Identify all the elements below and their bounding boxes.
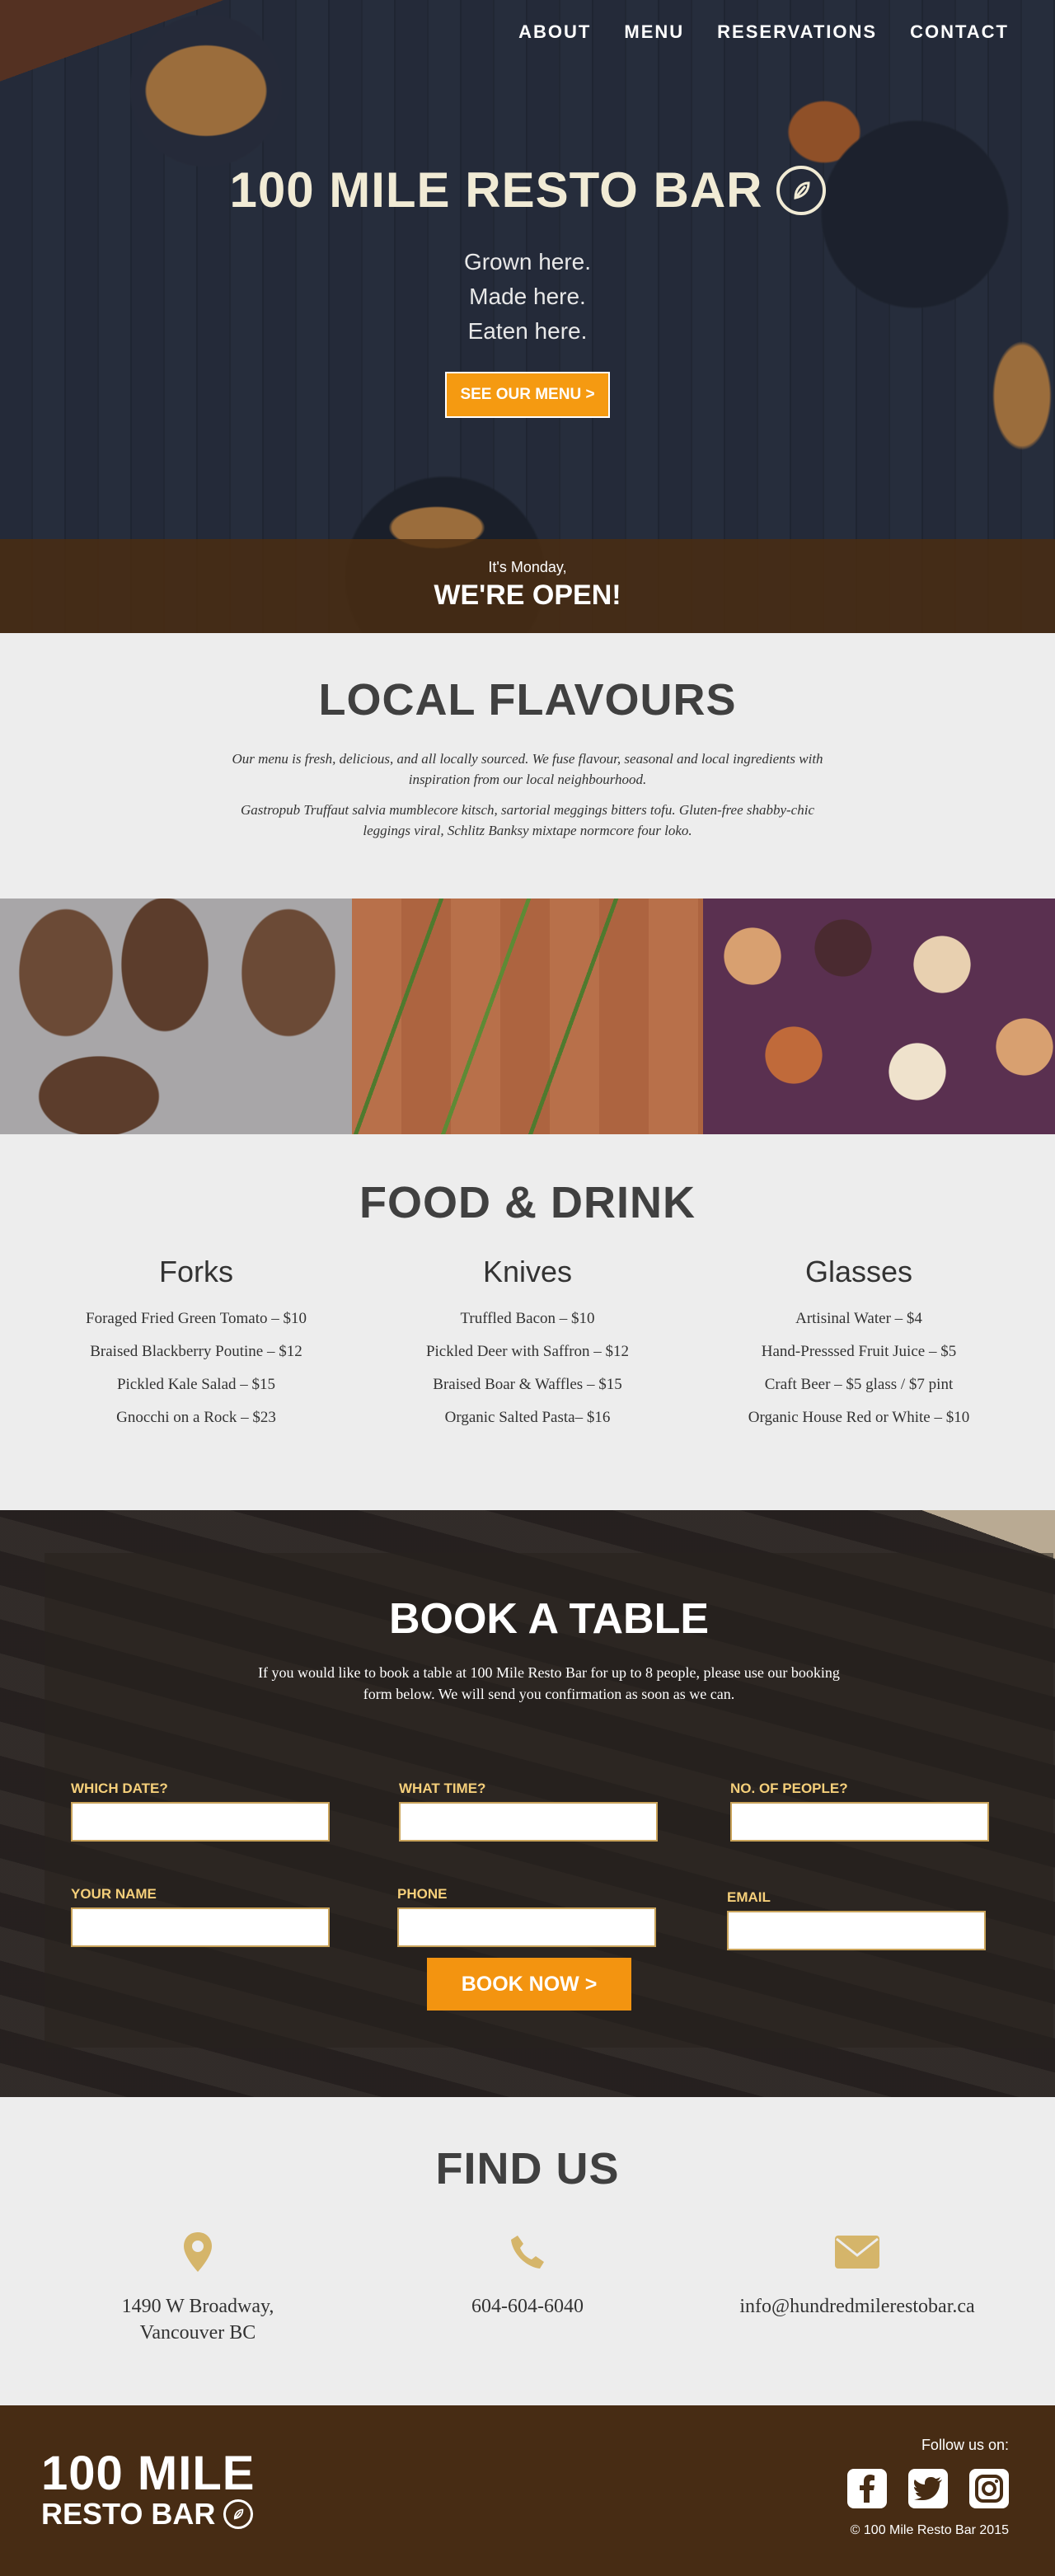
address-text: 1490 W Broadway, Vancouver BC (49, 2293, 346, 2346)
date-field-group: WHICH DATE? (71, 1781, 330, 1842)
nav-about[interactable]: ABOUT (518, 21, 591, 43)
phone-field-group: PHONE (397, 1886, 656, 1947)
muffins-photo (703, 899, 1055, 1134)
tagline-line: Eaten here. (467, 318, 588, 344)
footer-logo-line1: 100 MILE (41, 2447, 256, 2500)
menu-item: Organic Salted Pasta– $16 (444, 1409, 611, 1426)
people-input[interactable] (730, 1802, 989, 1842)
find-email: info@hundredmilerestobar.ca (709, 2231, 1006, 2346)
envelope-icon (709, 2231, 1006, 2273)
address-line: Vancouver BC (139, 2322, 256, 2344)
name-field-group: YOUR NAME (71, 1886, 330, 1947)
menu-column-heading: Forks (159, 1255, 233, 1288)
herbs-photo (351, 899, 704, 1134)
open-status-text: WE'RE OPEN! (434, 579, 621, 611)
email-label: EMAIL (727, 1889, 771, 1905)
instagram-icon[interactable] (969, 2469, 1009, 2508)
hero-title: 100 MILE RESTO BAR (229, 162, 826, 218)
menu-item: Craft Beer – $5 glass / $7 pint (764, 1376, 954, 1393)
open-status-bar: It's Monday, WE'RE OPEN! (0, 539, 1055, 633)
name-input[interactable] (71, 1907, 330, 1947)
photo-strip (0, 899, 1055, 1134)
email-text[interactable]: info@hundredmilerestobar.ca (709, 2293, 1006, 2320)
open-status-day: It's Monday, (488, 559, 567, 575)
find-address: 1490 W Broadway, Vancouver BC (49, 2231, 346, 2346)
menu-column-heading: Knives (482, 1255, 573, 1288)
nav-reservations[interactable]: RESERVATIONS (717, 21, 877, 43)
menu-column-forks: Forks Foraged Fried Green Tomato – $10 B… (31, 1255, 361, 1441)
menu-column-heading: Glasses (804, 1255, 913, 1288)
hero-tagline: Grown here. Made here. Eaten here. (0, 245, 1055, 349)
local-flavours-section: LOCAL FLAVOURS Our menu is fresh, delici… (0, 633, 1055, 899)
phone-label: PHONE (397, 1886, 448, 1902)
menu-item: Hand-Presssed Fruit Juice – $5 (761, 1343, 957, 1360)
nav-menu[interactable]: MENU (624, 21, 684, 43)
hero-brand: 100 MILE RESTO BAR Grown here. Made here… (0, 162, 1055, 418)
footer-social: Follow us on: © 100 Mile Resto Bar 2015 (847, 2437, 1009, 2538)
phone-text[interactable]: 604-604-6040 (379, 2293, 676, 2320)
menu-item: Pickled Deer with Saffron – $12 (425, 1343, 630, 1360)
food-drink-title: FOOD & DRINK (359, 1178, 696, 1227)
twitter-icon[interactable] (908, 2469, 948, 2508)
name-label: YOUR NAME (71, 1886, 157, 1902)
book-table-section: BOOK A TABLE If you would like to book a… (0, 1510, 1055, 2097)
menu-item: Foraged Fried Green Tomato – $10 (86, 1310, 307, 1327)
date-label: WHICH DATE? (71, 1781, 168, 1796)
find-us-columns: 1490 W Broadway, Vancouver BC 604-604-60… (0, 2231, 1055, 2346)
phone-icon (379, 2231, 676, 2273)
nav-contact[interactable]: CONTACT (910, 21, 1009, 43)
local-flavours-intro: Our menu is fresh, delicious, and all lo… (232, 751, 823, 787)
map-pin-icon (49, 2231, 346, 2273)
menu-item: Artisinal Water – $4 (795, 1310, 922, 1327)
see-menu-button[interactable]: SEE OUR MENU > (445, 372, 610, 418)
food-drink-section: FOOD & DRINK Forks Foraged Fried Green T… (0, 1134, 1055, 1510)
email-field-group: EMAIL (727, 1889, 986, 1950)
footer-logo[interactable]: 100 MILE RESTO BAR (41, 2450, 255, 2529)
tagline-line: Made here. (469, 284, 586, 309)
local-flavours-title: LOCAL FLAVOURS (318, 675, 737, 725)
people-field-group: NO. OF PEOPLE? (730, 1781, 989, 1842)
main-nav: ABOUT MENU RESERVATIONS CONTACT (518, 21, 1009, 43)
people-label: NO. OF PEOPLE? (730, 1781, 848, 1796)
menu-columns: Forks Foraged Fried Green Tomato – $10 B… (0, 1255, 1055, 1441)
site-footer: 100 MILE RESTO BAR Follow us on: © 100 M… (0, 2405, 1055, 2576)
book-table-title: BOOK A TABLE (388, 1595, 710, 1643)
follow-label: Follow us on: (921, 2437, 1009, 2453)
menu-column-knives: Knives Truffled Bacon – $10 Pickled Deer… (363, 1255, 692, 1441)
email-input[interactable] (727, 1911, 986, 1950)
footer-logo-line2-row: RESTO BAR (41, 2499, 255, 2529)
menu-item: Truffled Bacon – $10 (460, 1310, 595, 1327)
bread-photo (0, 899, 352, 1134)
social-links (847, 2469, 1009, 2508)
menu-item: Gnocchi on a Rock – $23 (116, 1409, 276, 1426)
footer-logo-line2: RESTO BAR (41, 2497, 216, 2531)
menu-item: Pickled Kale Salad – $15 (116, 1376, 276, 1393)
leaf-icon (223, 2499, 254, 2529)
leaf-icon (776, 165, 826, 215)
time-label: WHAT TIME? (399, 1781, 486, 1796)
menu-item: Organic House Red or White – $10 (748, 1409, 970, 1426)
time-input[interactable] (399, 1802, 658, 1842)
date-input[interactable] (71, 1802, 330, 1842)
hero-section: ABOUT MENU RESERVATIONS CONTACT 100 MILE… (0, 0, 1055, 633)
menu-item: Braised Blackberry Poutine – $12 (90, 1343, 302, 1360)
address-line: 1490 W Broadway, (121, 2296, 274, 2317)
book-table-text: If you would like to book a table at 100… (258, 1664, 840, 1702)
facebook-icon[interactable] (847, 2469, 887, 2508)
menu-column-glasses: Glasses Artisinal Water – $4 Hand-Presss… (694, 1255, 1024, 1441)
hero-title-text: 100 MILE RESTO BAR (229, 162, 763, 218)
menu-item: Braised Boar & Waffles – $15 (433, 1376, 622, 1393)
time-field-group: WHAT TIME? (399, 1781, 658, 1842)
find-us-section: FIND US 1490 W Broadway, Vancouver BC 60… (0, 2097, 1055, 2405)
find-us-title: FIND US (435, 2144, 620, 2194)
tagline-line: Grown here. (463, 249, 592, 274)
book-now-button[interactable]: BOOK NOW > (427, 1958, 631, 2011)
booking-panel: BOOK A TABLE If you would like to book a… (45, 1553, 1053, 2048)
phone-input[interactable] (397, 1907, 656, 1947)
find-phone: 604-604-6040 (379, 2231, 676, 2346)
copyright-text: © 100 Mile Resto Bar 2015 (850, 2523, 1009, 2537)
local-flavours-text: Gastropub Truffaut salvia mumblecore kit… (241, 802, 814, 838)
